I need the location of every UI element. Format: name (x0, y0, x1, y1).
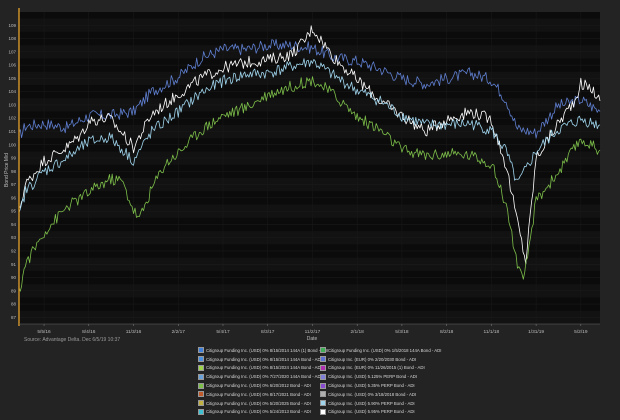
legend-item[interactable]: Citigroup Funding Inc. (USD) 0% 1/5/2018… (320, 347, 442, 354)
y-tick-label: 108 (8, 36, 16, 41)
y-tick-label: 96 (11, 195, 17, 200)
legend-swatch (198, 373, 204, 380)
legend-swatch (320, 382, 326, 389)
x-tick-label: 8/4/16 (82, 329, 96, 335)
legend-swatch (198, 356, 204, 363)
x-tick-label: 2/1/18 (351, 329, 365, 335)
legend-label: Citigroup Funding Inc. (USD) 0% 8/15/201… (206, 347, 329, 353)
chart-area: 87 88 89 90 91 92 93 94 95 96 97 98 99 100 101 102 103 10… (0, 0, 620, 345)
legend-item[interactable]: Citigroup Funding Inc. (USD) 0% 8/15/202… (198, 364, 322, 371)
legend-label: Citigroup Funding Inc. (USD) 0% 8/15/202… (206, 365, 322, 371)
legend-item[interactable]: Citigroup Inc. (EUR) 0% 2/20/2030 Bond -… (320, 356, 438, 363)
x-tick-label: 8/3/17 (261, 329, 275, 335)
y-tick-label: 88 (11, 302, 17, 307)
legend-swatch (198, 400, 204, 407)
y-tick-label: 100 (8, 142, 16, 147)
y-tick-label: 95 (11, 209, 17, 214)
y-tick-label: 109 (8, 23, 16, 28)
legend-label: Citigroup Funding Inc. (USD) 0% 1/5/2018… (328, 347, 442, 353)
legend-label: Citigroup Funding Inc. (USD) 0% 7/27/202… (206, 374, 322, 380)
legend-swatch (198, 408, 204, 415)
legend-label: Citigroup Funding Inc. (USD) 0% 6/20/201… (206, 383, 311, 389)
y-tick-label: 94 (11, 222, 17, 227)
x-tick-label: 11/1/18 (484, 329, 500, 335)
y-tick-label: 101 (8, 129, 16, 134)
x-axis-label: Date (307, 336, 318, 342)
legend-swatch (198, 382, 204, 389)
y-tick-label: 93 (11, 235, 17, 240)
y-tick-label: 91 (11, 262, 17, 267)
legend-swatch (198, 364, 204, 371)
x-tick-label: 2/2/17 (172, 329, 186, 335)
x-tick-label: 5/4/17 (216, 329, 230, 335)
legend-swatch (198, 347, 204, 354)
legend-swatch (320, 364, 326, 371)
legend-swatch (320, 400, 326, 407)
legend-item[interactable]: Citigroup Inc. (USD) 5.95% PERP Bond - A… (320, 408, 438, 415)
legend-row: Citigroup Funding Inc. (USD) 0% 8/15/201… (198, 355, 448, 364)
legend-item[interactable]: Citigroup Funding Inc. (USD) 0% 7/27/202… (198, 373, 322, 380)
legend-swatch (320, 408, 326, 415)
legend-swatch (320, 373, 326, 380)
legend-item[interactable]: Citigroup Funding Inc. (USD) 0% 8/15/201… (198, 356, 322, 363)
legend-swatch (320, 347, 326, 354)
y-tick-label: 87 (11, 315, 17, 320)
source-note: Source: Advantage Delta. Dec 6/5/19 10:3… (24, 337, 121, 343)
y-axis-label: Bond Price Mid (4, 153, 10, 187)
legend-row: Citigroup Funding Inc. (USD) 0% 6/20/201… (198, 381, 448, 390)
legend-label: Citigroup Inc. (USD) 5.95% PERP Bond - A… (328, 409, 415, 415)
x-tick-label: 5/2/19 (574, 329, 588, 335)
bond-price-chart: 87 88 89 90 91 92 93 94 95 96 97 98 99 100 101 102 103 10… (4, 8, 601, 342)
legend-row: Citigroup Funding Inc. (USD) 0% 8/15/202… (198, 364, 448, 373)
legend-label: Citigroup Funding Inc. (USD) 0% 5/20/202… (206, 400, 311, 406)
x-tick-label: 5/3/18 (395, 329, 409, 335)
y-tick-label: 89 (11, 288, 17, 293)
legend-item[interactable]: Citigroup Funding Inc. (USD) 0% 5/24/201… (198, 408, 320, 415)
legend-row: Citigroup Funding Inc. (USD) 0% 5/20/202… (198, 399, 448, 408)
legend-label: Citigroup Inc. (USD) 5.35% PERP Bond - A… (328, 383, 415, 389)
legend-row: Citigroup Funding Inc. (USD) 0% 5/24/201… (198, 408, 448, 417)
legend-item[interactable]: Citigroup Funding Inc. (USD) 0% 8/15/201… (198, 347, 328, 354)
y-tick-label: 103 (8, 102, 16, 107)
legend-label: Citigroup Funding Inc. (USD) 0% 5/24/201… (206, 409, 311, 415)
legend-label: Citigroup Inc. (USD) 0% 3/18/2018 Bond -… (328, 391, 417, 397)
chart-legend: Citigroup Funding Inc. (USD) 0% 8/15/201… (198, 346, 448, 416)
y-tick-label: 105 (8, 76, 16, 81)
x-tick-label: 5/5/16 (37, 329, 51, 335)
legend-label: Citigroup Inc. (EUR) 0% 2/20/2030 Bond -… (328, 356, 417, 362)
legend-label: Citigroup Funding Inc. (USD) 0% 8/17/202… (206, 391, 311, 397)
y-tick-label: 98 (11, 169, 17, 174)
legend-item[interactable]: Citigroup Funding Inc. (USD) 0% 5/20/202… (198, 400, 320, 407)
legend-item[interactable]: Citigroup Funding Inc. (USD) 0% 6/20/201… (198, 382, 320, 389)
legend-swatch (320, 356, 326, 363)
legend-swatch (320, 391, 326, 398)
x-tick-label: 11/2/17 (305, 329, 321, 335)
legend-item[interactable]: Citigroup Inc. (USD) 5.125% PERP Bond - … (320, 373, 438, 380)
y-tick-label: 97 (11, 182, 17, 187)
x-tick-label: 8/2/18 (440, 329, 454, 335)
legend-item[interactable]: Citigroup Funding Inc. (USD) 0% 8/17/202… (198, 391, 320, 398)
y-tick-label: 92 (11, 248, 17, 253)
legend-label: Citigroup Inc. (USD) 5.90% PERP Bond - A… (328, 400, 415, 406)
legend-item[interactable]: Citigroup Inc. (USD) 0% 3/18/2018 Bond -… (320, 391, 438, 398)
y-tick-label: 106 (8, 63, 16, 68)
legend-label: Citigroup Inc. (USD) 5.125% PERP Bond - … (328, 374, 418, 380)
legend-row: Citigroup Funding Inc. (USD) 0% 7/27/202… (198, 372, 448, 381)
legend-swatch (198, 391, 204, 398)
legend-row: Citigroup Funding Inc. (USD) 0% 8/15/201… (198, 346, 448, 355)
legend-label: Citigroup Inc. (EUR) 0% 11/26/2015 (1) B… (328, 365, 425, 371)
x-tick-label: 11/3/16 (126, 329, 142, 335)
x-tick-label: 1/31/19 (528, 329, 544, 335)
y-tick-label: 102 (8, 116, 16, 121)
legend-item[interactable]: Citigroup Inc. (USD) 5.35% PERP Bond - A… (320, 382, 438, 389)
legend-item[interactable]: Citigroup Inc. (USD) 5.90% PERP Bond - A… (320, 400, 438, 407)
legend-item[interactable]: Citigroup Inc. (EUR) 0% 11/26/2015 (1) B… (320, 364, 438, 371)
legend-row: Citigroup Funding Inc. (USD) 0% 8/17/202… (198, 390, 448, 399)
y-tick-label: 104 (8, 89, 16, 94)
y-tick-label: 107 (8, 49, 16, 54)
y-tick-label: 99 (11, 156, 17, 161)
legend-label: Citigroup Funding Inc. (USD) 0% 8/15/201… (206, 356, 322, 362)
y-tick-label: 90 (11, 275, 17, 280)
